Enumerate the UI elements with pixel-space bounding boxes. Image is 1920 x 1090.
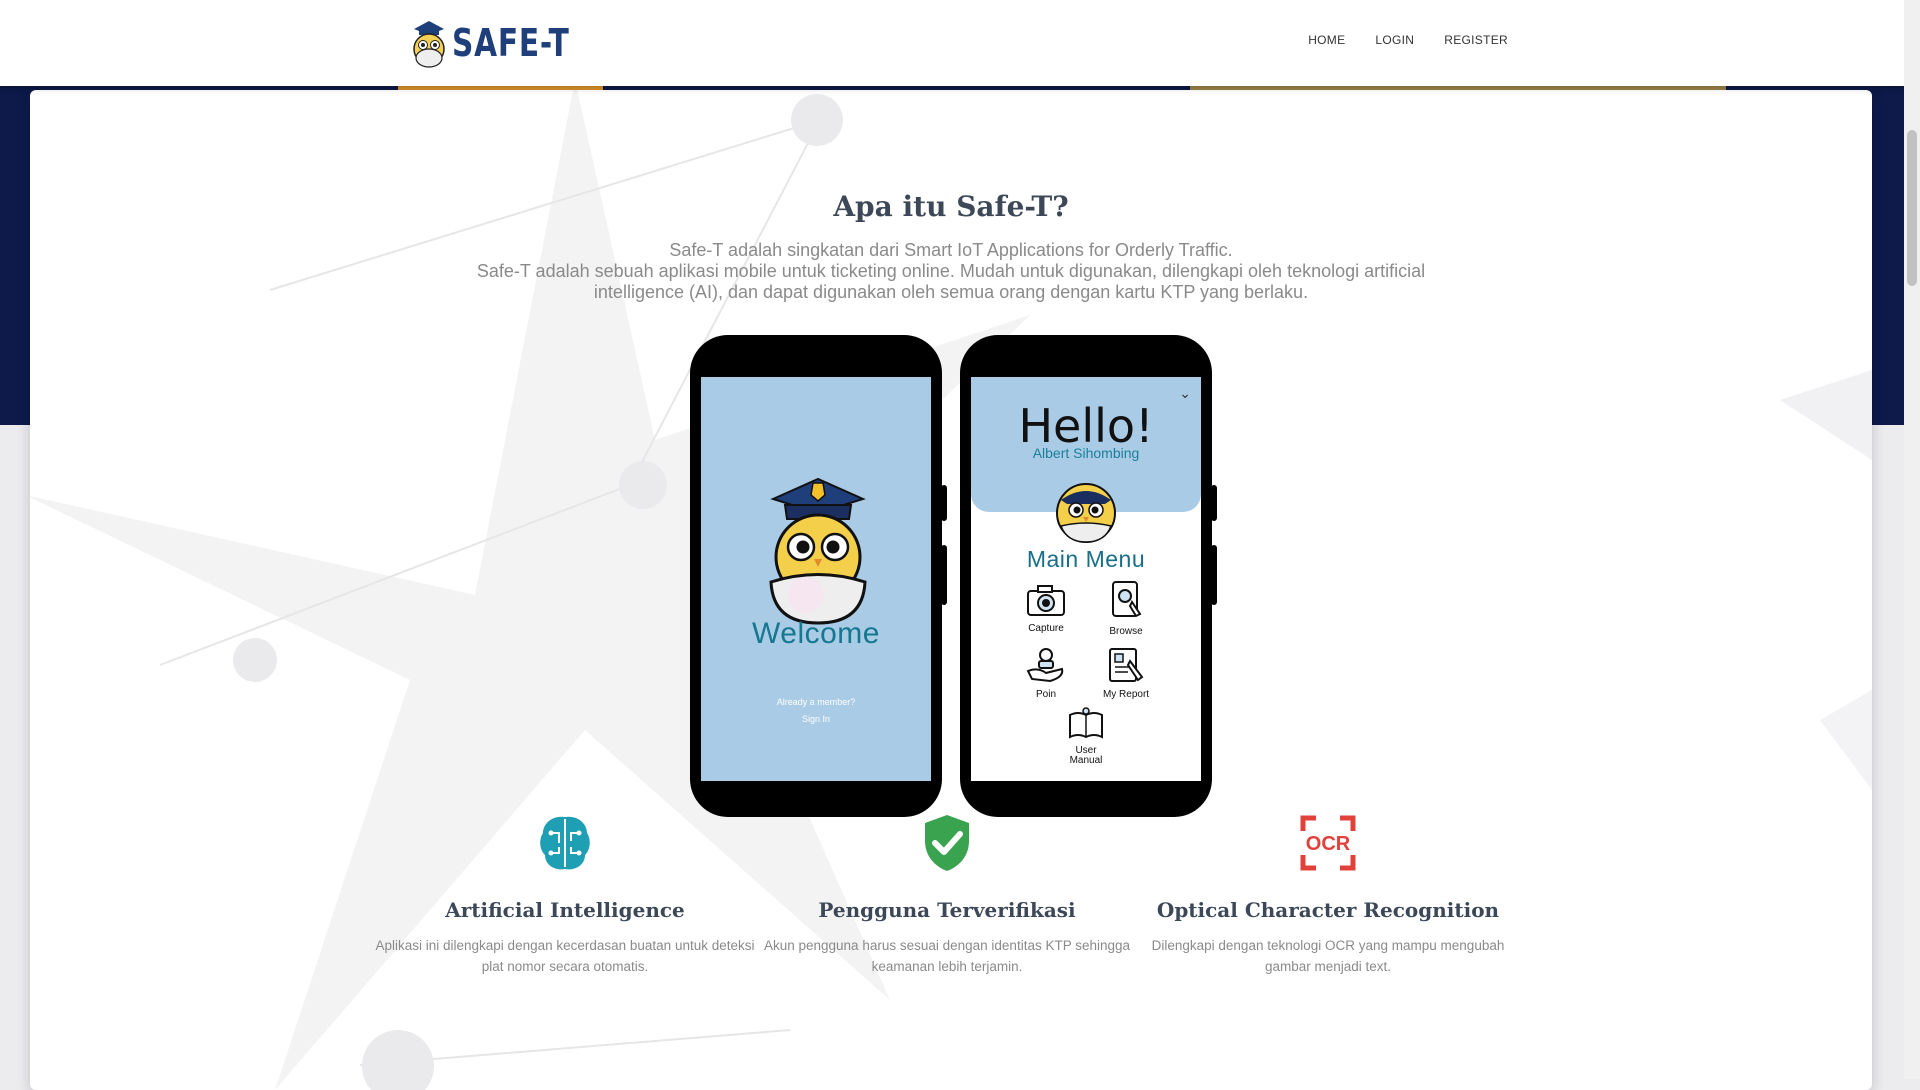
phone-welcome: Welcome Already a member? Sign In: [690, 335, 947, 817]
owl-avatar-icon: [1056, 483, 1116, 543]
browse-icon: [1112, 581, 1142, 618]
coins-hand-icon: [1026, 648, 1064, 683]
section-description: Safe-T adalah singkatan dari Smart IoT A…: [470, 240, 1432, 303]
camera-icon: [1027, 585, 1065, 616]
feature-icon-wrap: [757, 812, 1137, 874]
menu-item-my-report[interactable]: My Report: [1086, 647, 1166, 700]
brain-circuit-icon: [540, 816, 590, 870]
menu-screen: ⌄ Hello! Albert Sihombing Main Menu Capt…: [971, 377, 1201, 781]
feature-title: Pengguna Terverifikasi: [818, 898, 1076, 922]
phone-side-button: [941, 485, 947, 521]
description-line-2: Safe-T adalah sebuah aplikasi mobile unt…: [476, 261, 1426, 302]
brand-logo[interactable]: SAFE-T: [410, 14, 603, 72]
sign-in-link[interactable]: Sign In: [701, 711, 931, 728]
brand-name: SAFE-T: [452, 21, 570, 65]
scrollbar-thumb[interactable]: [1907, 130, 1917, 286]
owl-mascot-icon: [413, 21, 445, 68]
page-scrollbar[interactable]: [1904, 0, 1920, 1079]
feature-ocr: OCR Optical Character Recognition Dileng…: [1138, 812, 1518, 977]
feature-description: Dilengkapi dengan teknologi OCR yang mam…: [1151, 938, 1505, 974]
nav-register[interactable]: REGISTER: [1444, 33, 1508, 47]
nav-home[interactable]: HOME: [1308, 33, 1345, 47]
feature-verified-users: Pengguna Terverifikasi Akun pengguna har…: [757, 812, 1137, 977]
feature-description: Aplikasi ini dilengkapi dengan kecerdasa…: [375, 938, 755, 974]
menu-item-poin[interactable]: Poin: [1006, 647, 1086, 700]
description-line-1: Safe-T adalah singkatan dari Smart IoT A…: [669, 240, 1233, 260]
feature-title: Optical Character Recognition: [1156, 898, 1500, 922]
menu-item-capture[interactable]: Capture: [1006, 585, 1086, 634]
welcome-screen: Welcome Already a member? Sign In: [701, 377, 931, 781]
phone-side-button: [941, 545, 947, 605]
menu-item-label: Poin: [1035, 689, 1056, 700]
welcome-text: Welcome: [752, 617, 880, 650]
feature-icon-wrap: [375, 812, 755, 874]
member-question: Already a member?: [776, 697, 856, 707]
phone-side-button: [1211, 545, 1217, 605]
site-header: SAFE-T HOME LOGIN REGISTER: [0, 0, 1904, 86]
section-title: Apa itu Safe-T?: [833, 190, 1069, 223]
menu-item-label: Browse: [1109, 626, 1143, 637]
menu-item-user-manual[interactable]: User Manual: [1046, 707, 1126, 766]
menu-item-browse[interactable]: Browse: [1086, 580, 1166, 637]
menu-item-label: Capture: [1028, 623, 1064, 634]
svg-text:OCR: OCR: [1306, 833, 1351, 855]
phone-side-button: [1211, 485, 1217, 521]
report-icon: [1109, 648, 1144, 682]
menu-item-label: User Manual: [1069, 745, 1103, 766]
feature-title: Artificial Intelligence: [445, 898, 685, 922]
content-card: Apa itu Safe-T? Safe-T adalah singkatan …: [30, 90, 1872, 1090]
user-name: Albert Sihombing: [1032, 445, 1140, 461]
menu-item-label: My Report: [1102, 689, 1150, 700]
main-nav: HOME LOGIN REGISTER: [1308, 33, 1508, 47]
sign-in-prompt: Already a member? Sign In: [701, 694, 931, 728]
manual-icon: [1069, 707, 1103, 739]
feature-description: Akun pengguna harus sesuai dengan identi…: [763, 938, 1131, 974]
ocr-icon: OCR: [1300, 815, 1356, 871]
feature-icon-wrap: OCR: [1138, 812, 1518, 874]
phone-main-menu: ⌄ Hello! Albert Sihombing Main Menu Capt…: [960, 335, 1217, 817]
owl-mascot-icon: [769, 477, 867, 625]
nav-login[interactable]: LOGIN: [1375, 33, 1414, 47]
feature-ai: Artificial Intelligence Aplikasi ini dil…: [375, 812, 755, 977]
main-menu-title: Main Menu: [1026, 546, 1146, 572]
shield-check-icon: [925, 815, 969, 871]
